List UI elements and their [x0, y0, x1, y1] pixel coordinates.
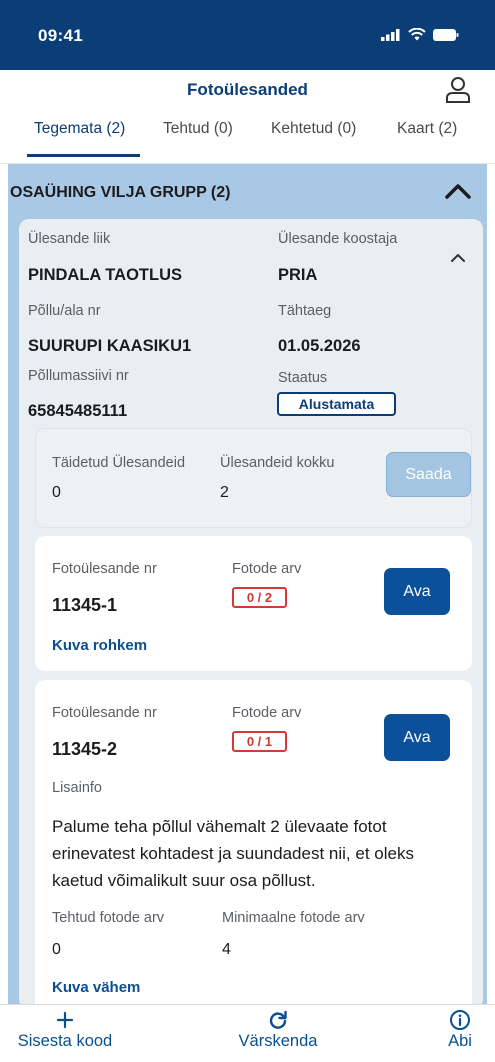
- tab-tehtud[interactable]: Tehtud (0): [163, 120, 233, 138]
- group-title: OSAÜHING VILJA GRUPP (2): [10, 184, 231, 201]
- battery-icon: [433, 28, 459, 41]
- task-type-label: Ülesande liik: [28, 231, 111, 247]
- additional-info-label: Lisainfo: [52, 780, 102, 796]
- block-number-value: 65845485111: [28, 402, 128, 420]
- deadline-label: Tähtaeg: [278, 303, 332, 319]
- app-header: Fotoülesanded: [0, 70, 495, 110]
- photo-task-number-label: Fotoülesande nr: [52, 561, 157, 577]
- block-number-label: Põllumassiivi nr: [28, 368, 129, 384]
- tab-kehtetud[interactable]: Kehtetud (0): [271, 120, 356, 138]
- photo-count-badge: 0 / 1: [232, 731, 287, 752]
- chevron-up-icon[interactable]: [443, 178, 473, 204]
- send-button[interactable]: Saada: [386, 452, 471, 497]
- photo-count-label: Fotode arv: [232, 561, 302, 577]
- field-number-value: SUURUPI KAASIKU1: [28, 337, 192, 355]
- signal-icon: [381, 28, 400, 41]
- refresh-button[interactable]: Värskenda: [230, 1009, 326, 1051]
- total-tasks-label: Ülesandeid kokku: [220, 455, 335, 471]
- photo-task-card: Fotoülesande nr 11345-2 Fotode arv 0 / 1…: [35, 680, 472, 1004]
- task-type-value: PINDALA TAOTLUS: [28, 266, 182, 284]
- photo-count-badge: 0 / 2: [232, 587, 287, 608]
- summary-card: Täidetud Ülesandeid 0 Ülesandeid kokku 2…: [35, 428, 472, 528]
- photo-task-number-value: 11345-2: [52, 739, 118, 759]
- min-photos-value: 4: [222, 941, 231, 958]
- help-label: Abi: [448, 1032, 472, 1050]
- wifi-icon: [408, 28, 426, 41]
- photo-task-card: Fotoülesande nr 11345-1 Fotode arv 0 / 2…: [35, 536, 472, 671]
- help-button[interactable]: Abi: [440, 1009, 480, 1051]
- enter-code-label: Sisesta kood: [17, 1032, 113, 1050]
- task-author-label: Ülesande koostaja: [278, 231, 398, 247]
- profile-icon[interactable]: [445, 76, 471, 104]
- enter-code-button[interactable]: Sisesta kood: [10, 1009, 120, 1051]
- tab-kaart[interactable]: Kaart (2): [397, 120, 457, 138]
- bottom-nav: Sisesta kood Värskenda Abi: [0, 1004, 495, 1062]
- photos-taken-label: Tehtud fotode arv: [52, 910, 165, 926]
- show-more-link[interactable]: Kuva rohkem: [52, 637, 147, 654]
- field-number-label: Põllu/ala nr: [28, 303, 101, 319]
- refresh-label: Värskenda: [238, 1032, 318, 1050]
- deadline-value: 01.05.2026: [278, 337, 361, 355]
- open-button[interactable]: Ava: [384, 714, 450, 761]
- active-tab-indicator: [27, 154, 140, 157]
- plus-icon: [56, 1011, 74, 1029]
- completed-tasks-label: Täidetud Ülesandeid: [52, 455, 186, 471]
- page-title: Fotoülesanded: [187, 80, 308, 99]
- task-list: OSAÜHING VILJA GRUPP (2) Ülesande liik P…: [8, 164, 487, 1004]
- open-button[interactable]: Ava: [384, 568, 450, 615]
- photos-taken-value: 0: [52, 941, 61, 958]
- min-photos-label: Minimaalne fotode arv: [222, 910, 365, 926]
- completed-tasks-value: 0: [52, 484, 61, 501]
- refresh-icon: [269, 1010, 287, 1029]
- photo-task-number-value: 11345-1: [52, 595, 118, 615]
- chevron-up-icon[interactable]: [449, 251, 467, 265]
- status-bar: 09:41: [0, 0, 495, 70]
- task-card: Ülesande liik PINDALA TAOTLUS Ülesande k…: [19, 219, 483, 1004]
- photo-task-number-label: Fotoülesande nr: [52, 705, 157, 721]
- additional-info-text: Palume teha põllul vähemalt 2 ülevaate f…: [52, 817, 414, 890]
- status-icons: [381, 28, 459, 41]
- photo-count-label: Fotode arv: [232, 705, 302, 721]
- total-tasks-value: 2: [220, 484, 229, 501]
- show-less-link[interactable]: Kuva vähem: [52, 979, 140, 996]
- task-author-value: PRIA: [278, 266, 318, 284]
- status-label: Staatus: [278, 370, 328, 386]
- status-time: 09:41: [38, 26, 83, 45]
- tab-tegemata[interactable]: Tegemata (2): [34, 120, 125, 138]
- tab-bar: Tegemata (2) Tehtud (0) Kehtetud (0) Kaa…: [0, 110, 495, 164]
- status-badge: Alustamata: [277, 392, 396, 416]
- info-icon: [450, 1010, 470, 1030]
